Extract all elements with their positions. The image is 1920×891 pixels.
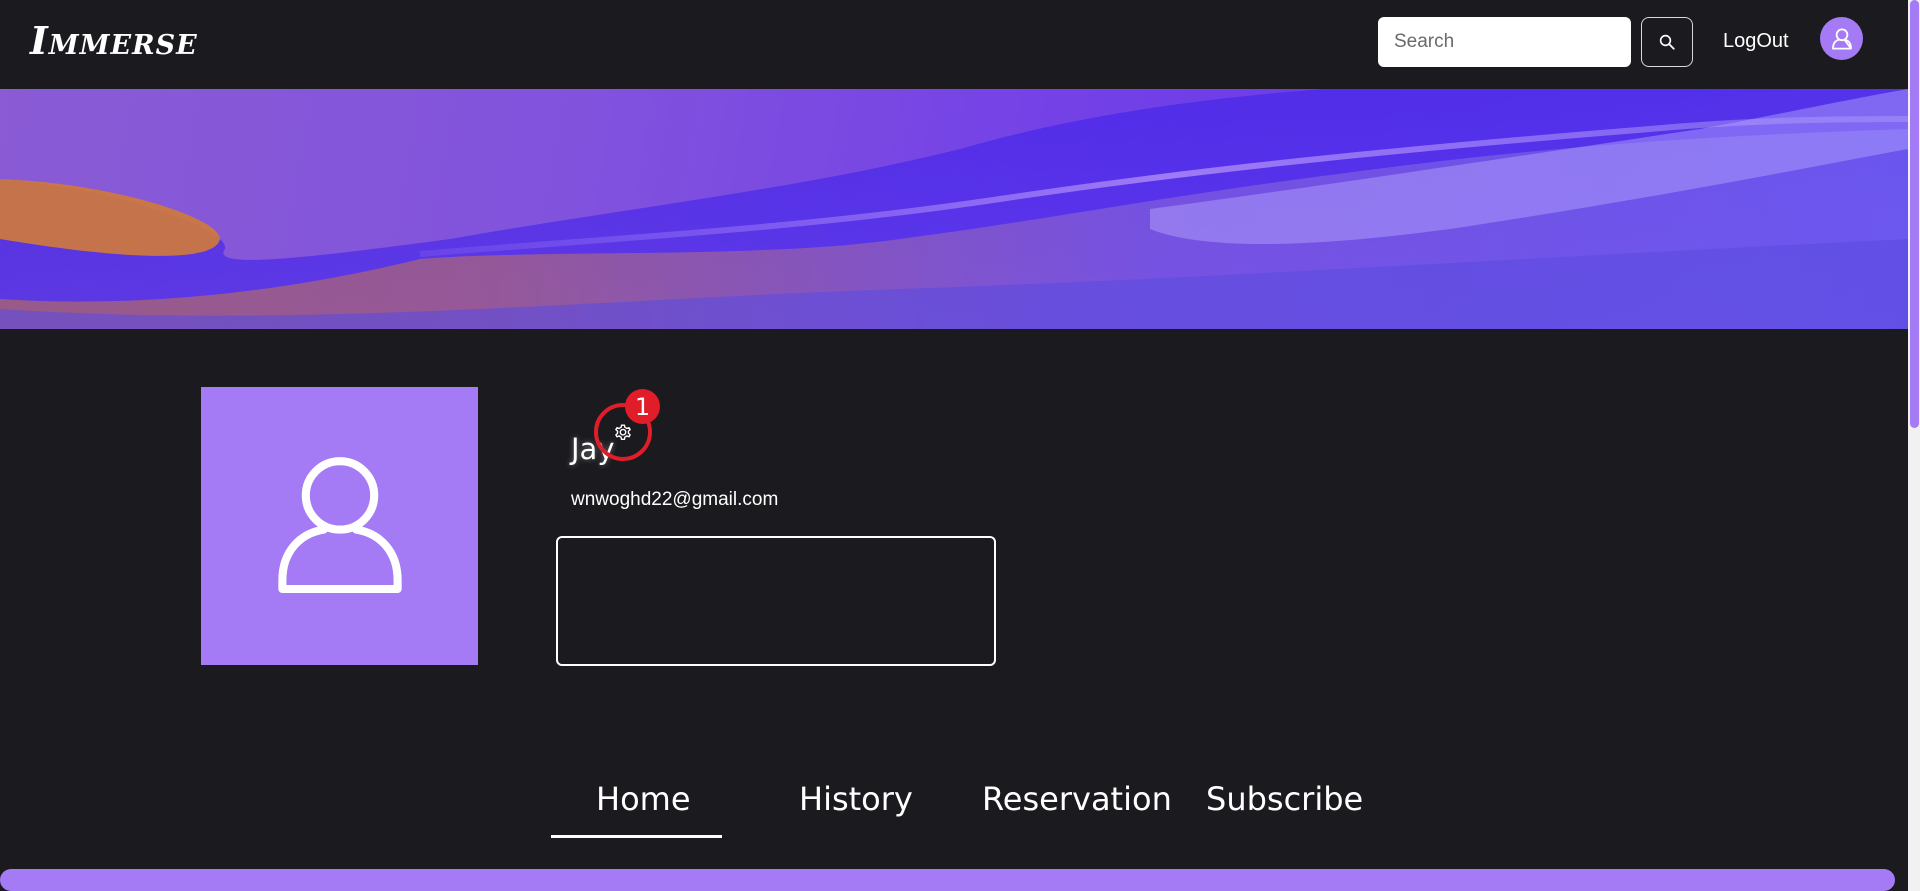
search-icon [1659,34,1675,50]
bio-textbox[interactable] [556,536,996,666]
active-tab-indicator [551,835,722,838]
content-panel-top [0,869,1895,891]
header-avatar-button[interactable] [1820,17,1863,60]
scrollbar-thumb[interactable] [1910,0,1919,428]
tab-history[interactable]: History [799,780,913,818]
tab-subscribe[interactable]: Subscribe [1206,780,1363,818]
profile-email: wnwoghd22@gmail.com [571,489,779,510]
app-logo[interactable]: Immerse [30,18,198,63]
search-input[interactable] [1378,17,1631,67]
profile-avatar [201,387,478,665]
search-button[interactable] [1641,17,1693,67]
logout-link[interactable]: LogOut [1723,30,1789,53]
user-icon [277,457,402,594]
profile-banner [0,89,1908,329]
top-navbar: Immerse LogOut [0,0,1908,89]
notification-badge: 1 [625,389,660,424]
tab-home[interactable]: Home [596,780,691,818]
banner-wave-image [0,89,1908,329]
tab-reservation[interactable]: Reservation [982,780,1172,818]
gear-icon [615,424,631,441]
user-icon [1831,28,1852,49]
